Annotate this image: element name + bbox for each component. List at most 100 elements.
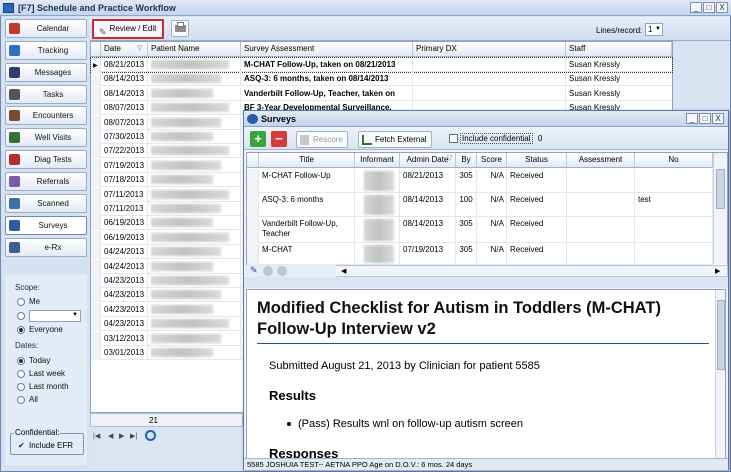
grid-column-header[interactable]: No [635,153,713,168]
redacted-patient-name [151,232,229,242]
nav-next-button[interactable]: ▶ [119,432,124,440]
refresh-icon[interactable] [145,430,156,441]
row-selector[interactable] [91,158,101,173]
scope-user-select[interactable]: ▼ [29,310,81,322]
sidebar-item-tracking[interactable]: Tracking [5,41,87,60]
table-row[interactable]: 08/14/2013 ASQ-3: 6 months, taken on 08/1… [91,72,672,87]
add-survey-button[interactable]: + [250,131,266,147]
lines-per-record-select[interactable]: 1 ▼ [645,23,663,36]
row-selector[interactable] [91,173,101,188]
column-header-survey-assessment[interactable]: Survey Assessment [241,42,413,57]
rescore-icon [300,135,309,145]
table-row[interactable]: ▶ 08/21/2013 M-CHAT Follow-Up, taken on 08… [90,57,673,73]
row-selector[interactable] [91,144,101,159]
scope-user-radio[interactable] [17,312,25,320]
surveys-grid-vscroll[interactable] [713,153,727,264]
scroll-right-arrow[interactable]: ▶ [715,267,720,275]
sidebar-item-scanned[interactable]: Scanned [5,194,87,213]
nav-last-button[interactable]: ▶| [130,432,137,440]
survey-row[interactable]: ASQ-3: 6 months 08/14/2013 100 N/A Received t… [247,193,713,217]
sidebar-item-e-rx[interactable]: e-Rx [5,238,87,257]
nav-first-button[interactable]: |◀ [93,432,100,440]
fetch-external-button[interactable]: Fetch External [358,131,432,148]
row-selector[interactable] [91,202,101,216]
review-edit-button[interactable]: ✎ Review / Edit [92,19,164,39]
sidebar-item-calendar[interactable]: Calendar [5,19,87,38]
column-header-date[interactable]: Date ▽ [101,42,148,57]
splitter[interactable] [244,277,728,288]
row-selector[interactable] [91,288,101,303]
diag-tests-icon [9,154,20,165]
accept-icon[interactable] [263,266,273,276]
date-radio-last-month[interactable] [17,383,25,391]
table-row[interactable]: 08/14/2013 Vanderbilt Follow-Up, Teacher,… [91,86,672,101]
rescore-button[interactable]: Rescore [296,131,348,148]
sidebar-item-referrals[interactable]: Referrals [5,172,87,191]
report-scroll-thumb[interactable] [717,300,725,370]
column-header-staff[interactable]: Staff [566,42,672,57]
grid-column-header[interactable]: Status [507,153,567,168]
row-selector[interactable] [91,115,101,130]
date-radio-today[interactable] [17,357,25,365]
column-header-primary-dx[interactable]: Primary DX [413,42,566,57]
row-selector[interactable] [247,193,259,217]
sidebar-item-surveys[interactable]: Surveys [5,216,87,235]
date-radio-last-week[interactable] [17,370,25,378]
surveys-minimize-button[interactable]: _ [686,113,698,124]
row-selector[interactable] [91,72,101,87]
maximize-button[interactable]: □ [703,2,715,13]
report-vscroll[interactable] [715,290,725,458]
row-selector[interactable] [91,331,101,346]
grid-column-header[interactable]: Assessment [567,153,635,168]
scope-me-radio[interactable] [17,298,25,306]
grid-scroll-thumb[interactable] [716,169,725,209]
scroll-left-arrow[interactable]: ◀ [341,267,346,275]
row-selector[interactable] [247,243,259,265]
grid-column-header[interactable]: Informant [355,153,400,168]
row-selector[interactable] [91,230,101,245]
row-selector[interactable] [247,217,259,243]
grid-column-header[interactable]: Score [477,153,507,168]
row-selector[interactable] [91,86,101,101]
bullet-icon [287,422,291,427]
row-selector[interactable] [91,346,101,360]
surveys-maximize-button[interactable]: □ [699,113,711,124]
row-selector[interactable] [91,187,101,202]
row-selector[interactable] [91,302,101,317]
remove-survey-button[interactable]: − [271,131,287,147]
row-selector[interactable] [91,317,101,332]
sidebar-item-tasks[interactable]: Tasks [5,85,87,104]
column-header-patient-name[interactable]: Patient Name [148,42,241,57]
row-selector[interactable] [91,274,101,288]
nav-prev-button[interactable]: ◀ [108,432,113,440]
row-selector[interactable] [91,216,101,231]
date-radio-all[interactable] [17,396,25,404]
row-selector[interactable] [247,169,259,193]
row-selector[interactable]: ▶ [91,58,101,72]
sidebar-item-messages[interactable]: Messages [5,63,87,82]
row-selector[interactable] [91,245,101,260]
minimize-button[interactable]: _ [690,2,702,13]
print-button[interactable] [171,20,189,37]
grid-header-corner [247,153,259,168]
sidebar-item-encounters[interactable]: Encounters [5,106,87,125]
chevron-down-icon: ▼ [655,26,661,32]
surveys-close-button[interactable]: X [712,113,724,124]
include-efr-check[interactable]: ✔ [18,441,25,450]
scope-everyone-radio[interactable] [17,326,25,334]
survey-row[interactable]: Vanderbilt Follow-Up, Teacher 08/14/2013 3… [247,217,713,243]
row-selector[interactable] [91,101,101,116]
survey-row[interactable]: M-CHAT 07/19/2013 305 N/A Received [247,243,713,265]
include-confidential-checkbox[interactable] [449,134,458,143]
grid-column-header[interactable]: Title [259,153,355,168]
grid-column-header[interactable]: By [456,153,477,168]
sidebar-item-well-visits[interactable]: Well Visits [5,128,87,147]
survey-row[interactable]: M-CHAT Follow-Up 08/21/2013 305 N/A Received [247,169,713,193]
row-selector[interactable] [91,259,101,274]
edit-pencil-icon[interactable]: ✎ [250,265,258,276]
row-selector[interactable] [91,130,101,144]
cancel-icon[interactable] [277,266,287,276]
cell-title: Vanderbilt Follow-Up, Teacher [259,217,355,243]
sidebar-item-diag-tests[interactable]: Diag Tests [5,150,87,169]
close-button[interactable]: X [716,2,728,13]
